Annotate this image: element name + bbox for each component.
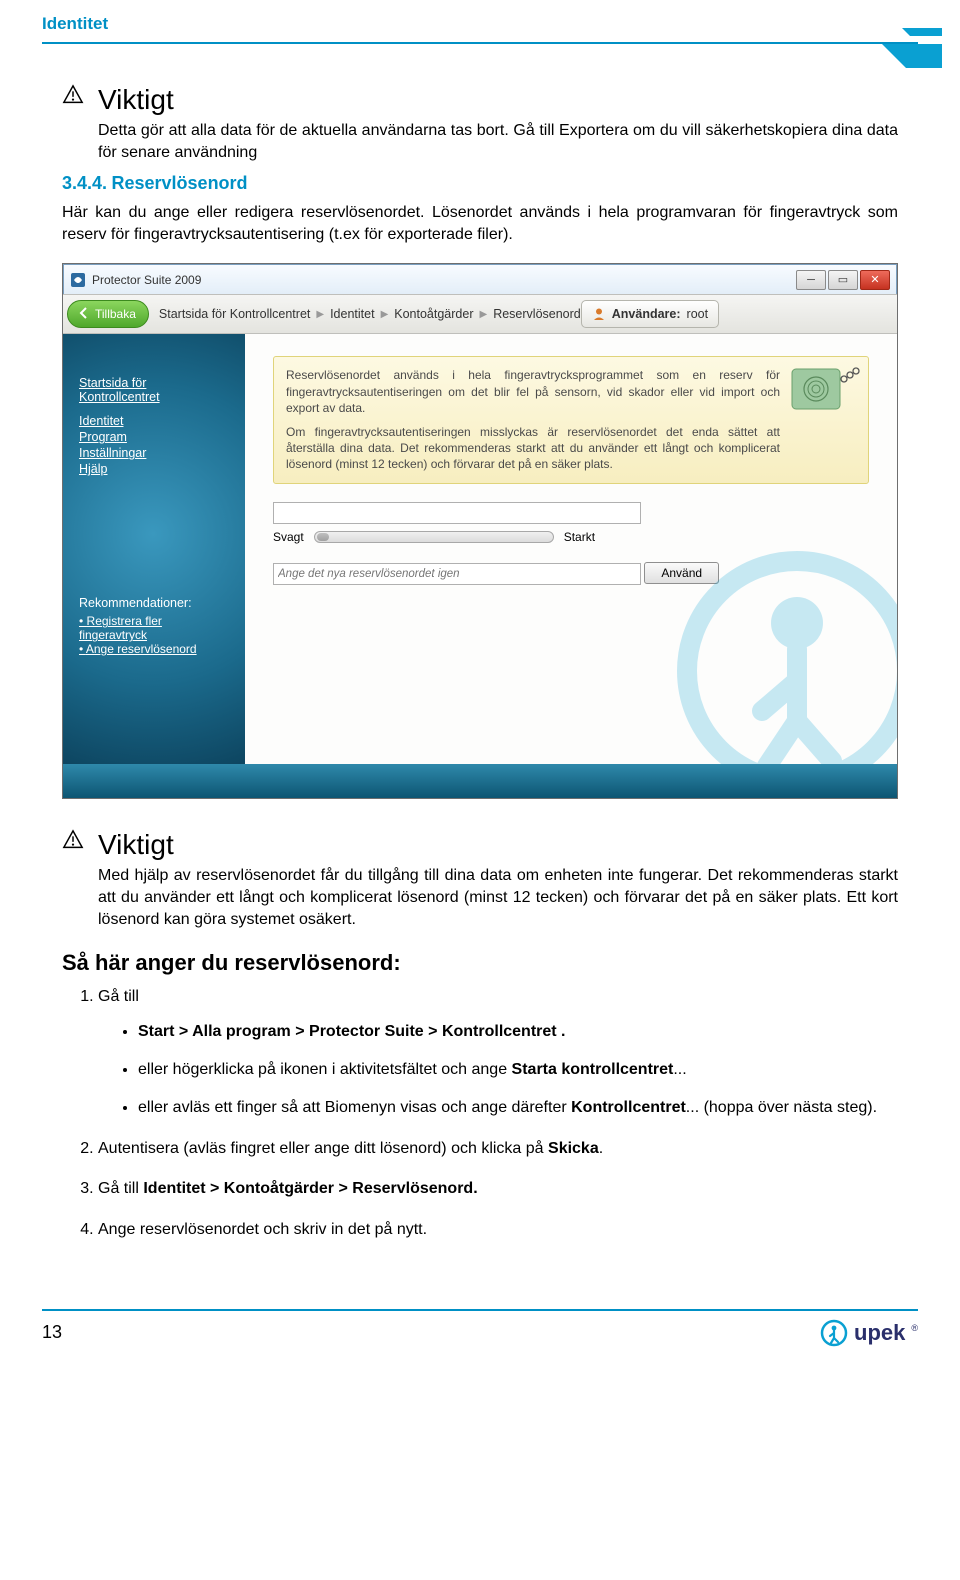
app-icon bbox=[70, 272, 86, 288]
breadcrumb-item: Startsida för Kontrollcentret bbox=[159, 307, 310, 321]
page-header-title: Identitet bbox=[0, 0, 960, 42]
step-2: Autentisera (avläs fingret eller ange di… bbox=[98, 1138, 898, 1160]
bullet-1b: eller högerklicka på ikonen i aktivitets… bbox=[138, 1059, 898, 1081]
howto-heading: Så här anger du reservlösenord: bbox=[62, 950, 898, 976]
fingerprint-icon bbox=[788, 365, 860, 421]
bullet-1c: eller avläs ett finger så att Biomenyn v… bbox=[138, 1097, 898, 1119]
user-menu-button[interactable]: Användare: root bbox=[581, 300, 719, 328]
brand-logo: upek ® bbox=[820, 1319, 918, 1347]
warning-title: Viktigt bbox=[98, 84, 898, 116]
main-panel: Reservlösenordet används i hela fingerav… bbox=[245, 334, 897, 764]
back-label: Tillbaka bbox=[95, 307, 136, 321]
user-name: root bbox=[687, 307, 709, 321]
rec-item-register[interactable]: • Registrera fler fingeravtryck bbox=[79, 614, 229, 642]
user-label: Användare: bbox=[612, 307, 681, 321]
minimize-button[interactable]: ─ bbox=[796, 270, 826, 290]
info-p2: Om fingeravtrycksautentiseringen misslyc… bbox=[286, 424, 780, 473]
strength-meter bbox=[314, 531, 554, 543]
breadcrumb[interactable]: Startsida för Kontrollcentret ▶ Identitet… bbox=[159, 307, 581, 321]
app-footer-bar bbox=[63, 764, 897, 798]
info-p1: Reservlösenordet används i hela fingerav… bbox=[286, 367, 780, 416]
maximize-button[interactable]: ▭ bbox=[828, 270, 858, 290]
warning-block-1: Viktigt Detta gör att alla data för de a… bbox=[62, 84, 898, 163]
page-number: 13 bbox=[42, 1322, 62, 1343]
user-icon bbox=[592, 307, 606, 321]
warning-block-2: Viktigt Med hjälp av reservlösenordet få… bbox=[62, 829, 898, 930]
warning-icon bbox=[62, 829, 84, 856]
warning-title-2: Viktigt bbox=[98, 829, 898, 861]
watermark-icon bbox=[667, 541, 897, 764]
warning-text: Detta gör att alla data för de aktuella … bbox=[98, 120, 898, 163]
warning-text-2: Med hjälp av reservlösenordet får du til… bbox=[98, 865, 898, 930]
bullet-1a: Start > Alla program > Protector Suite >… bbox=[138, 1021, 898, 1043]
chevron-right-icon: ▶ bbox=[316, 309, 324, 320]
page-footer: 13 upek ® bbox=[0, 1311, 960, 1367]
app-screenshot: Protector Suite 2009 ─ ▭ ✕ Tillbaka Star… bbox=[62, 263, 898, 799]
sidebar-item-identitet[interactable]: Identitet bbox=[79, 414, 229, 428]
step-4: Ange reservlösenordet och skriv in det p… bbox=[98, 1219, 898, 1241]
corner-accent bbox=[852, 28, 942, 88]
strength-weak-label: Svagt bbox=[273, 530, 304, 544]
toolbar: Tillbaka Startsida för Kontrollcentret ▶ … bbox=[63, 294, 897, 334]
strength-strong-label: Starkt bbox=[564, 530, 595, 544]
password-input[interactable] bbox=[273, 502, 641, 524]
chevron-right-icon: ▶ bbox=[480, 309, 488, 320]
sidebar-item-program[interactable]: Program bbox=[79, 430, 229, 444]
logo-icon bbox=[820, 1319, 848, 1347]
breadcrumb-item: Identitet bbox=[330, 307, 374, 321]
section-number: 3.4.4. bbox=[62, 173, 107, 193]
close-button[interactable]: ✕ bbox=[860, 270, 890, 290]
warning-icon bbox=[62, 84, 84, 111]
info-box: Reservlösenordet används i hela fingerav… bbox=[273, 356, 869, 483]
logo-trademark: ® bbox=[911, 1323, 918, 1333]
sidebar-title[interactable]: Startsida för Kontrollcentret bbox=[79, 376, 229, 404]
recommendations-title: Rekommendationer: bbox=[79, 596, 229, 610]
step-1-text: Gå till bbox=[98, 988, 139, 1005]
window-title: Protector Suite 2009 bbox=[92, 273, 201, 287]
window-titlebar: Protector Suite 2009 ─ ▭ ✕ bbox=[63, 264, 897, 294]
section-intro-text: Här kan du ange eller redigera reservlös… bbox=[62, 202, 898, 245]
back-arrow-icon bbox=[78, 307, 90, 322]
breadcrumb-item: Kontoåtgärder bbox=[394, 307, 473, 321]
breadcrumb-item: Reservlösenord bbox=[493, 307, 581, 321]
back-button[interactable]: Tillbaka bbox=[67, 300, 149, 328]
sidebar-item-installningar[interactable]: Inställningar bbox=[79, 446, 229, 460]
step-3: Gå till Identitet > Kontoåtgärder > Rese… bbox=[98, 1178, 898, 1200]
logo-text: upek bbox=[854, 1320, 905, 1346]
chevron-right-icon: ▶ bbox=[381, 309, 389, 320]
password-repeat-input[interactable] bbox=[273, 563, 641, 585]
sidebar: Startsida för Kontrollcentret Identitet … bbox=[63, 334, 245, 764]
sidebar-item-hjalp[interactable]: Hjälp bbox=[79, 462, 229, 476]
rec-item-backup[interactable]: • Ange reservlösenord bbox=[79, 642, 229, 656]
section-title: Reservlösenord bbox=[112, 173, 248, 193]
howto-steps: Gå till Start > Alla program > Protector… bbox=[62, 986, 898, 1241]
